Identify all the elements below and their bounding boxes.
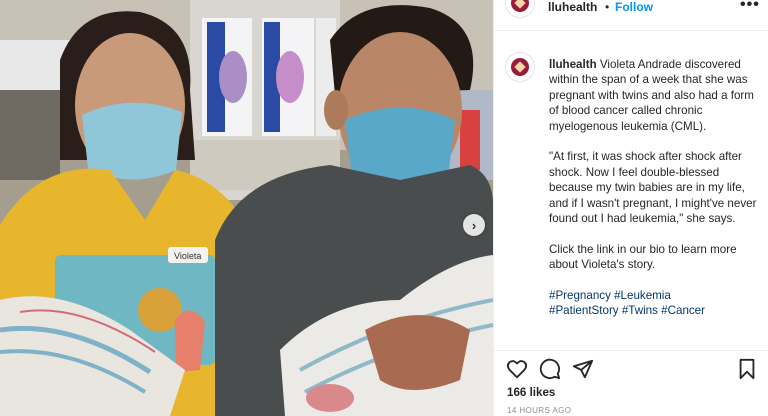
- avatar[interactable]: [505, 0, 535, 18]
- brand-logo-icon: [511, 0, 529, 12]
- header-divider: [494, 30, 768, 31]
- comment-icon[interactable]: [539, 358, 561, 380]
- caption-paragraph: Click the link in our bio to learn more …: [549, 242, 737, 272]
- photo-illustration: Violeta: [0, 0, 493, 416]
- hashtag-link[interactable]: #Leukemia: [614, 289, 671, 302]
- chevron-right-icon: ›: [471, 217, 477, 233]
- brand-logo-icon: [511, 58, 529, 76]
- hashtag-link[interactable]: #Cancer: [661, 304, 705, 317]
- post-side-panel: lluhealth • Follow ••• lluhealth Violeta…: [493, 0, 768, 416]
- heart-icon[interactable]: [506, 358, 528, 380]
- more-options-icon[interactable]: •••: [740, 0, 760, 14]
- hashtag-link[interactable]: #Pregnancy: [549, 289, 611, 302]
- share-icon[interactable]: [572, 358, 594, 380]
- post-header: lluhealth • Follow •••: [494, 0, 768, 30]
- bookmark-icon[interactable]: [736, 358, 758, 380]
- name-badge-text: Violeta: [174, 251, 201, 261]
- actions-divider: [494, 350, 768, 351]
- caption-paragraph: "At first, it was shock after shock afte…: [549, 150, 757, 226]
- hashtag-list: #Pregnancy #Leukemia #PatientStory #Twin…: [549, 288, 763, 319]
- hashtag-link[interactable]: #PatientStory: [549, 304, 619, 317]
- caption-username[interactable]: lluhealth: [549, 58, 597, 71]
- follow-button[interactable]: Follow: [615, 0, 653, 14]
- caption-avatar[interactable]: [505, 52, 535, 82]
- hashtag-link[interactable]: #Twins: [622, 304, 658, 317]
- header-separator: •: [605, 0, 610, 14]
- likes-count[interactable]: 166 likes: [507, 386, 555, 399]
- post-photo[interactable]: Violeta ›: [0, 0, 493, 416]
- next-photo-button[interactable]: ›: [463, 214, 485, 236]
- header-username[interactable]: lluhealth: [548, 0, 597, 14]
- post-actions: [494, 353, 768, 383]
- post-timestamp[interactable]: 14 HOURS AGO: [507, 406, 571, 415]
- post-caption: lluhealth Violeta Andrade discovered wit…: [549, 57, 763, 319]
